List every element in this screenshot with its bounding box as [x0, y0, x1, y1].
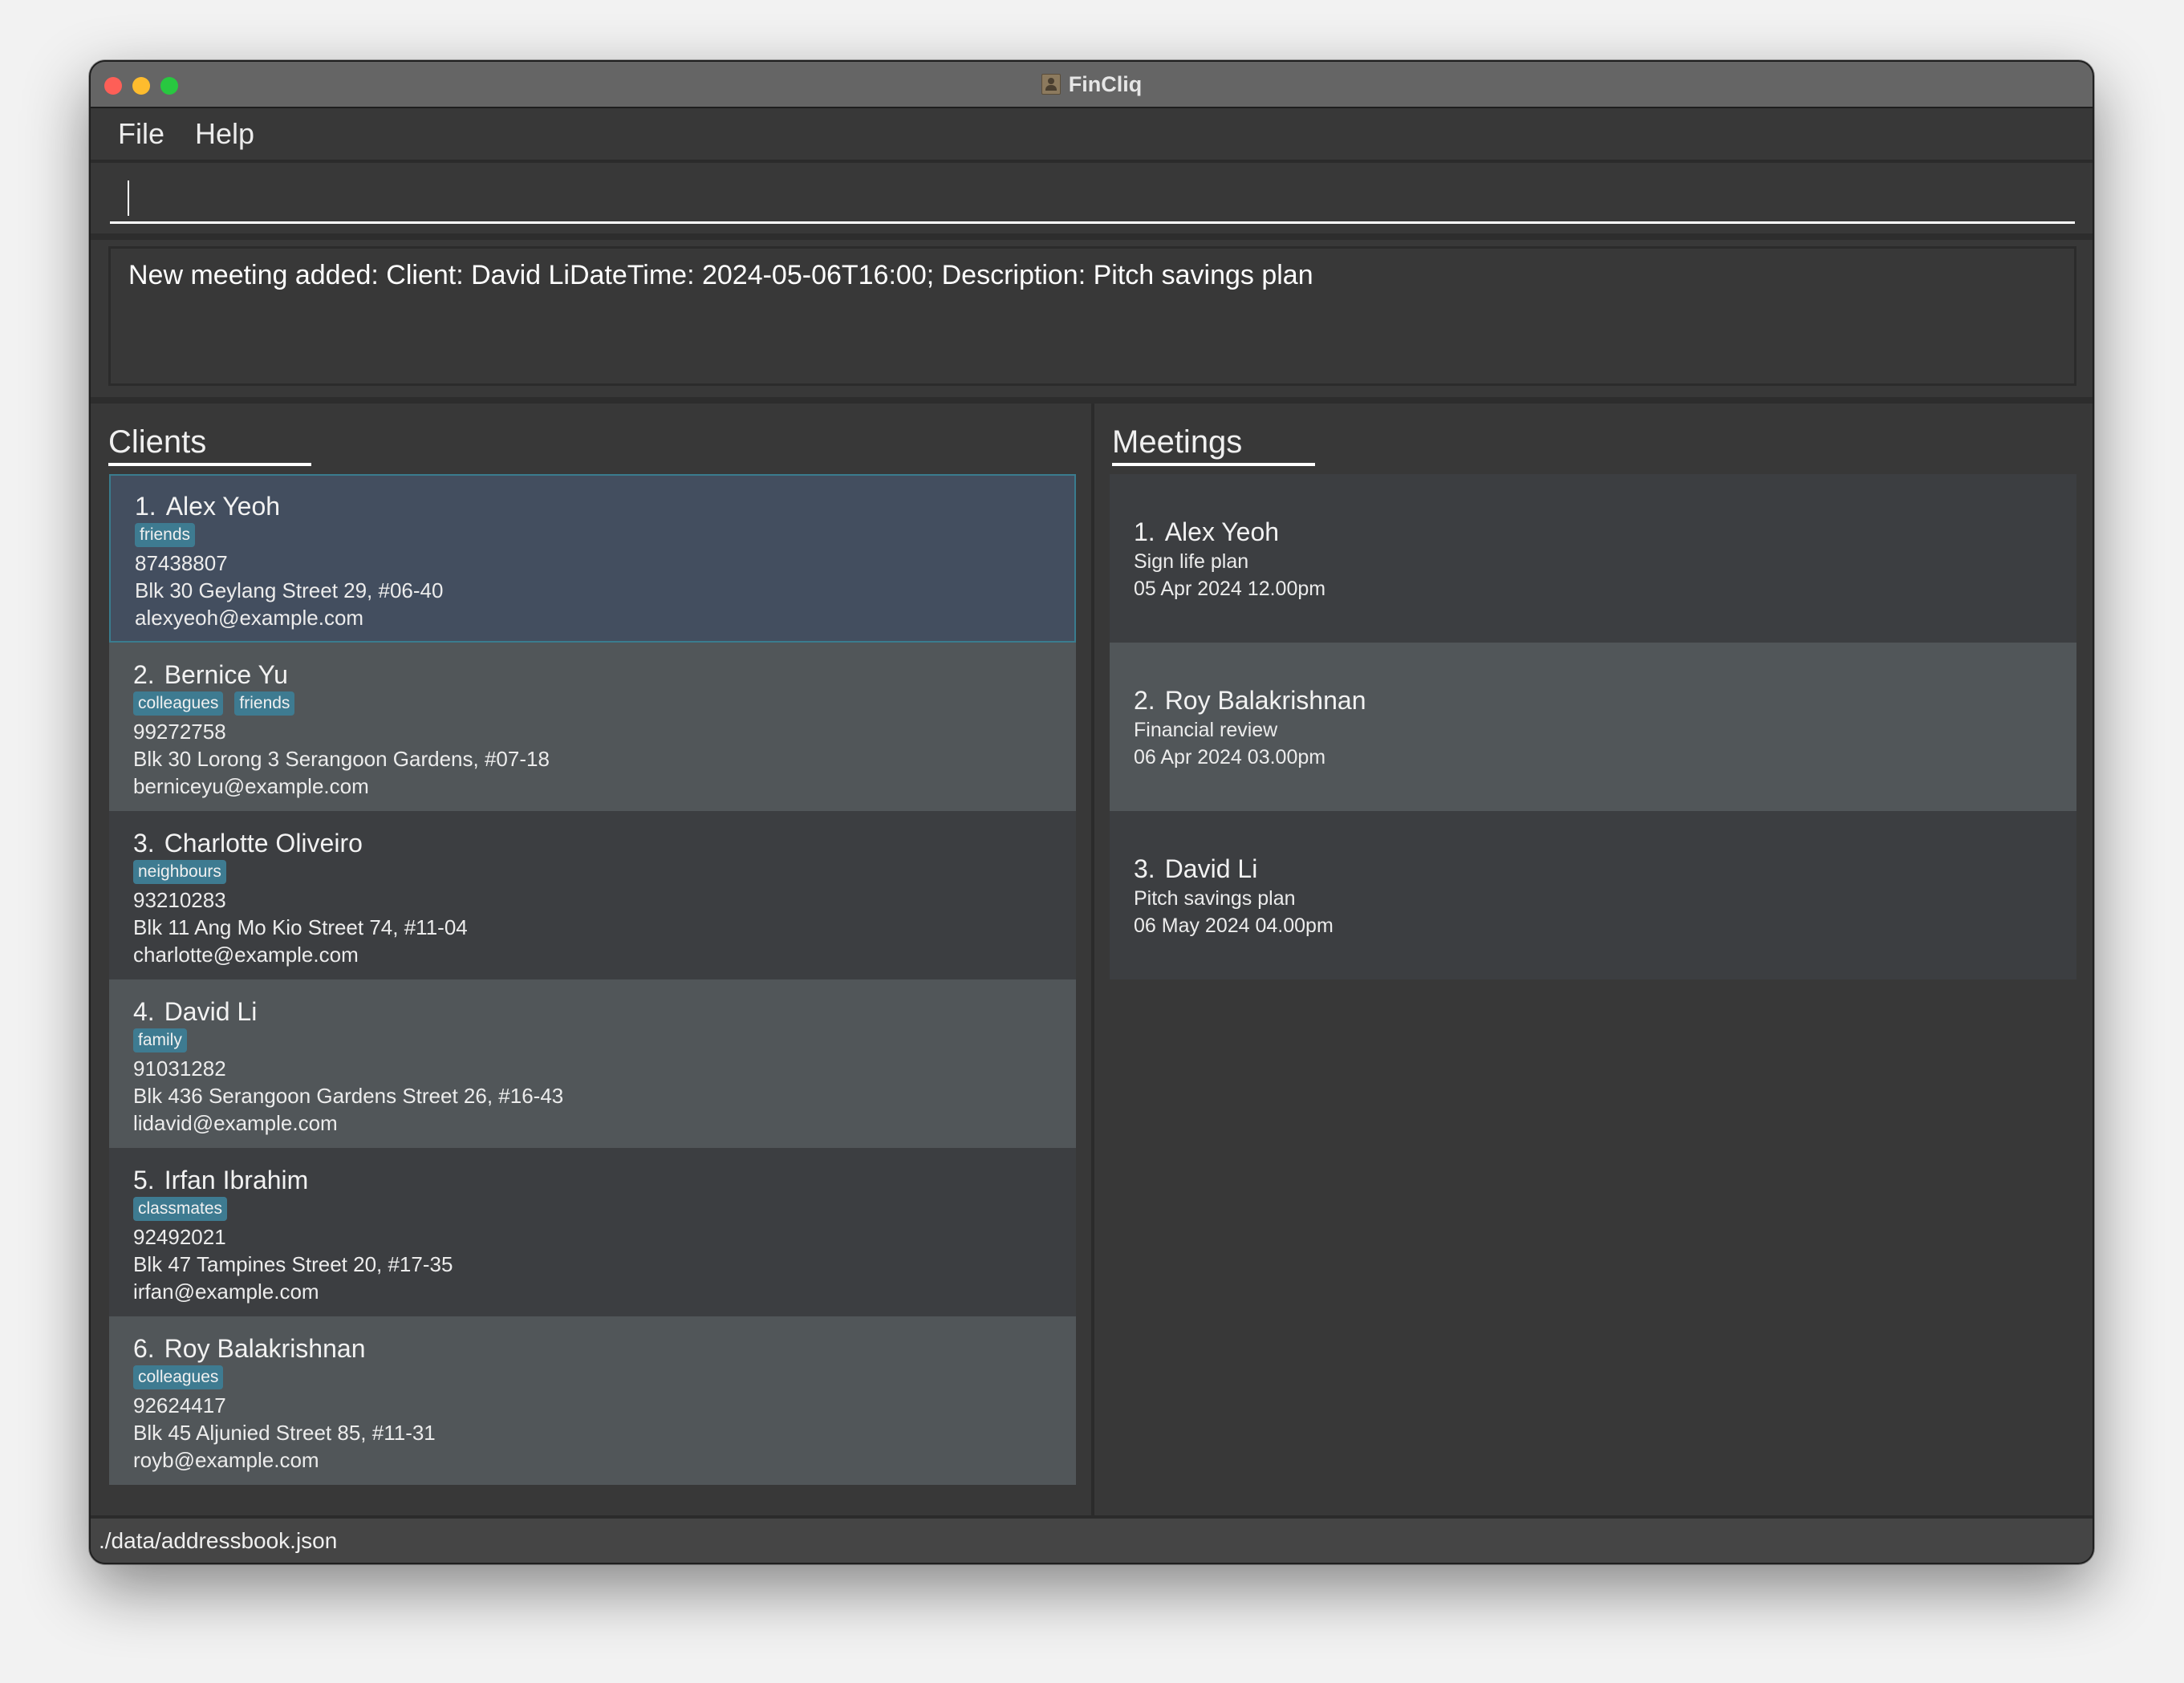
client-tags: family — [133, 1028, 1052, 1053]
window-title-text: FinCliq — [1068, 71, 1143, 96]
app-window: FinCliq File Help New meeting added: Cli… — [89, 60, 2094, 1564]
meeting-index: 3. — [1134, 854, 1155, 883]
client-card[interactable]: 6. Roy Balakrishnan colleagues 92624417 B… — [109, 1316, 1076, 1485]
client-tag: colleagues — [133, 691, 224, 716]
window-title: FinCliq — [91, 62, 2093, 107]
client-card[interactable]: 1. Alex Yeoh friends 87438807 Blk 30 Geyl… — [109, 474, 1076, 643]
client-tag: classmates — [133, 1197, 228, 1221]
meeting-card[interactable]: 2. Roy Balakrishnan Financial review 06 A… — [1110, 643, 2076, 811]
text-caret — [128, 180, 129, 216]
client-name: Roy Balakrishnan — [164, 1334, 366, 1363]
data-file-path: ./data/addressbook.json — [99, 1527, 338, 1553]
title-bar[interactable]: FinCliq — [91, 62, 2093, 108]
client-list[interactable]: 1. Alex Yeoh friends 87438807 Blk 30 Geyl… — [109, 474, 1076, 1485]
client-index: 6. — [133, 1334, 155, 1363]
client-tags: classmates — [133, 1196, 1052, 1222]
client-card[interactable]: 4. David Li family 91031282 Blk 436 Seran… — [109, 979, 1076, 1148]
meeting-client-line: 1. Alex Yeoh — [1134, 516, 2052, 548]
client-phone: 92624417 — [133, 1393, 226, 1417]
client-index: 5. — [133, 1166, 155, 1194]
client-name: Charlotte Oliveiro — [164, 829, 363, 858]
client-tags: neighbours — [133, 859, 1052, 885]
menu-file[interactable]: File — [118, 117, 164, 151]
client-address: Blk 30 Geylang Street 29, #06-40 — [135, 578, 444, 602]
client-address: Blk 11 Ang Mo Kio Street 74, #11-04 — [133, 915, 468, 939]
client-name-line: 2. Bernice Yu — [133, 659, 1052, 691]
client-address: Blk 30 Lorong 3 Serangoon Gardens, #07-1… — [133, 747, 550, 771]
meeting-list[interactable]: 1. Alex Yeoh Sign life plan 05 Apr 2024 1… — [1110, 474, 2076, 979]
meeting-card[interactable]: 1. Alex Yeoh Sign life plan 05 Apr 2024 1… — [1110, 474, 2076, 643]
client-name-line: 1. Alex Yeoh — [135, 490, 1052, 522]
command-box — [91, 163, 2093, 240]
clients-title-underline — [108, 463, 311, 466]
meeting-index: 1. — [1134, 517, 1155, 546]
result-display-area: New meeting added: Client: David LiDateT… — [91, 240, 2093, 404]
client-phone: 99272758 — [133, 720, 226, 744]
client-name-line: 6. Roy Balakrishnan — [133, 1332, 1052, 1365]
client-name: David Li — [164, 997, 258, 1026]
client-email: alexyeoh@example.com — [135, 606, 364, 630]
client-index: 2. — [133, 660, 155, 689]
client-name: Bernice Yu — [164, 660, 288, 689]
client-email: charlotte@example.com — [133, 943, 359, 967]
client-index: 3. — [133, 829, 155, 858]
client-email: berniceyu@example.com — [133, 774, 369, 798]
client-email: lidavid@example.com — [133, 1111, 338, 1135]
client-phone: 87438807 — [135, 551, 228, 575]
meeting-client-line: 3. David Li — [1134, 853, 2052, 885]
client-tag: friends — [135, 523, 196, 547]
client-email: royb@example.com — [133, 1448, 319, 1472]
meetings-pane: Meetings 1. Alex Yeoh Sign life plan 05 A… — [1094, 404, 2093, 1515]
meeting-datetime: 06 Apr 2024 03.00pm — [1134, 746, 1326, 769]
client-name: Alex Yeoh — [165, 492, 281, 521]
meeting-datetime: 06 May 2024 04.00pm — [1134, 914, 1334, 937]
meeting-description: Financial review — [1134, 719, 1278, 741]
client-tag: neighbours — [133, 860, 226, 884]
client-tags: colleagues — [133, 1365, 1052, 1390]
meeting-index: 2. — [1134, 686, 1155, 715]
result-display: New meeting added: Client: David LiDateT… — [108, 246, 2076, 386]
client-tags: colleagues friends — [133, 691, 1052, 716]
status-bar: ./data/addressbook.json — [91, 1515, 2093, 1563]
client-card[interactable]: 2. Bernice Yu colleagues friends 99272758 … — [109, 643, 1076, 811]
client-card[interactable]: 3. Charlotte Oliveiro neighbours 93210283… — [109, 811, 1076, 979]
client-card[interactable]: 5. Irfan Ibrahim classmates 92492021 Blk … — [109, 1148, 1076, 1316]
client-address: Blk 436 Serangoon Gardens Street 26, #16… — [133, 1084, 564, 1108]
menu-bar: File Help — [91, 108, 2093, 163]
command-input[interactable] — [110, 174, 2075, 224]
client-email: irfan@example.com — [133, 1279, 319, 1304]
meeting-client: Roy Balakrishnan — [1164, 686, 1366, 715]
client-phone: 91031282 — [133, 1056, 226, 1081]
meetings-title-underline — [1112, 463, 1315, 466]
meeting-description: Pitch savings plan — [1134, 887, 1296, 910]
client-name-line: 4. David Li — [133, 996, 1052, 1028]
client-index: 4. — [133, 997, 155, 1026]
client-name: Irfan Ibrahim — [164, 1166, 309, 1194]
address-book-icon — [1041, 74, 1061, 95]
meeting-datetime: 05 Apr 2024 12.00pm — [1134, 578, 1326, 600]
client-address: Blk 45 Aljunied Street 85, #11-31 — [133, 1421, 436, 1445]
meeting-client: David Li — [1164, 854, 1258, 883]
client-tag: colleagues — [133, 1365, 224, 1389]
menu-help[interactable]: Help — [195, 117, 254, 151]
meetings-title: Meetings — [1112, 424, 1243, 460]
client-tag: family — [133, 1028, 187, 1052]
client-phone: 92492021 — [133, 1225, 226, 1249]
client-address: Blk 47 Tampines Street 20, #17-35 — [133, 1252, 453, 1276]
client-tags: friends — [135, 522, 1052, 548]
lists-panel: Clients 1. Alex Yeoh friends 87438807 Blk… — [91, 404, 2093, 1515]
client-name-line: 5. Irfan Ibrahim — [133, 1164, 1052, 1196]
clients-pane: Clients 1. Alex Yeoh friends 87438807 Blk… — [91, 404, 1091, 1515]
clients-title: Clients — [108, 424, 207, 460]
meeting-description: Sign life plan — [1134, 550, 1249, 573]
client-index: 1. — [135, 492, 156, 521]
meeting-card[interactable]: 3. David Li Pitch savings plan 06 May 202… — [1110, 811, 2076, 979]
meeting-client: Alex Yeoh — [1164, 517, 1280, 546]
client-phone: 93210283 — [133, 888, 226, 912]
meeting-client-line: 2. Roy Balakrishnan — [1134, 684, 2052, 716]
client-tag: friends — [234, 691, 295, 716]
client-name-line: 3. Charlotte Oliveiro — [133, 827, 1052, 859]
